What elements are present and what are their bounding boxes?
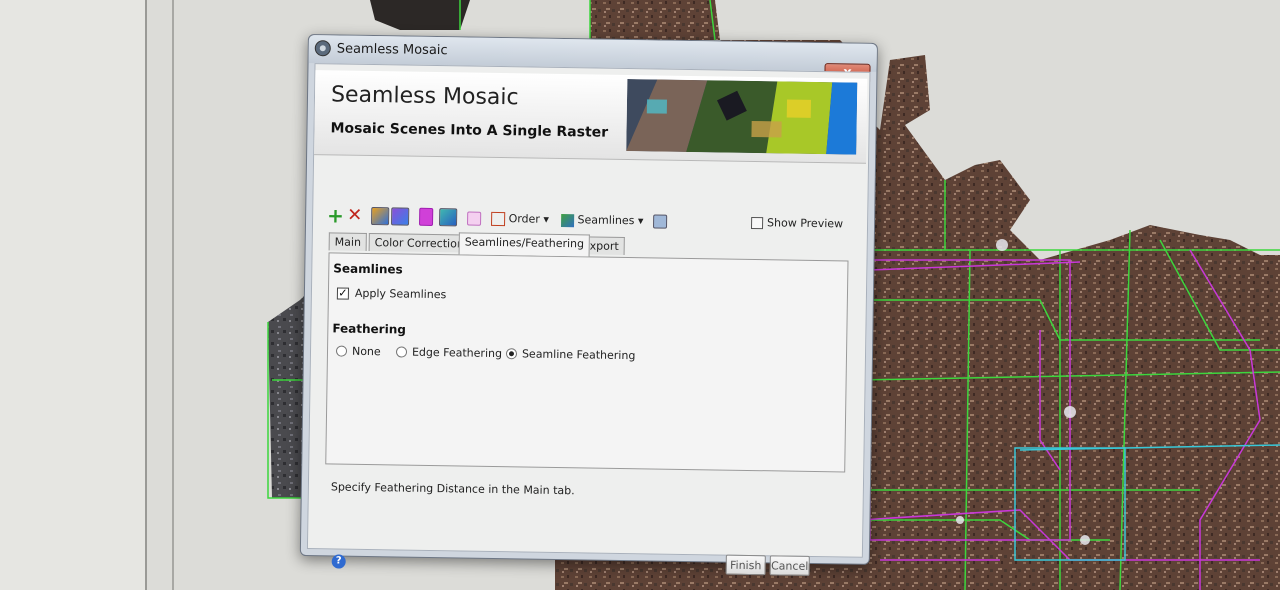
order-label: Order (508, 212, 540, 226)
zoom-icon[interactable] (467, 211, 482, 226)
add-plus-icon[interactable]: + (327, 203, 344, 227)
radio-none[interactable] (335, 345, 348, 357)
show-preview-label: Show Preview (766, 216, 844, 231)
tab-color-correction[interactable]: Color Correction (368, 232, 470, 253)
show-preview-checkbox[interactable] (750, 216, 764, 230)
status-message: Specify Feathering Distance in the Main … (330, 480, 575, 498)
color-icon[interactable] (419, 207, 434, 226)
radio-seamline-feathering-label: Seamline Feathering (521, 347, 636, 363)
cancel-button[interactable]: Cancel (769, 555, 810, 576)
chevron-down-icon: ▾ (543, 212, 550, 226)
banner-image (626, 79, 858, 155)
grid-icon[interactable] (652, 214, 668, 229)
order-icon (491, 211, 506, 227)
imagery-top (370, 0, 470, 30)
footprint-icon[interactable] (371, 207, 390, 226)
apply-seamlines-label: Apply Seamlines (354, 286, 447, 302)
feathering-heading: Feathering (332, 321, 407, 337)
seamless-mosaic-dialog: Seamless Mosaic x Seamless Mosaic Mosaic… (299, 34, 878, 576)
tab-seamlines-feathering[interactable]: Seamlines/Feathering (458, 232, 591, 257)
seamlines-heading: Seamlines (333, 261, 403, 277)
tab-panel: Seamlines ✓ Apply Seamlines Feathering N… (325, 252, 849, 473)
radio-edge-feathering[interactable] (395, 346, 408, 358)
dialog-title: Seamless Mosaic (336, 41, 448, 59)
seamlines-label: Seamlines (577, 213, 635, 228)
seamlines-icon (561, 213, 575, 227)
apply-seamlines-checkbox[interactable]: ✓ (336, 287, 350, 300)
radio-edge-feathering-label: Edge Feathering (411, 345, 503, 361)
chevron-down-icon: ▾ (637, 214, 644, 228)
tab-main[interactable]: Main (328, 232, 368, 251)
banner: Seamless Mosaic Mosaic Scenes Into A Sin… (314, 70, 868, 164)
radio-seamline-feathering[interactable] (505, 348, 518, 360)
remove-x-icon[interactable]: ✕ (347, 205, 362, 227)
image-icon[interactable] (391, 207, 410, 226)
seamlines-menu[interactable]: Seamlines ▾ (561, 210, 644, 231)
table-icon[interactable] (438, 208, 458, 227)
app-icon (314, 40, 331, 57)
finish-button[interactable]: Finish (725, 554, 766, 576)
radio-none-label: None (351, 344, 381, 359)
order-menu[interactable]: Order ▾ (491, 209, 549, 230)
dialog-client: Seamless Mosaic Mosaic Scenes Into A Sin… (306, 63, 871, 576)
banner-subtitle: Mosaic Scenes Into A Single Raster (330, 120, 609, 141)
banner-title: Seamless Mosaic (330, 82, 519, 111)
